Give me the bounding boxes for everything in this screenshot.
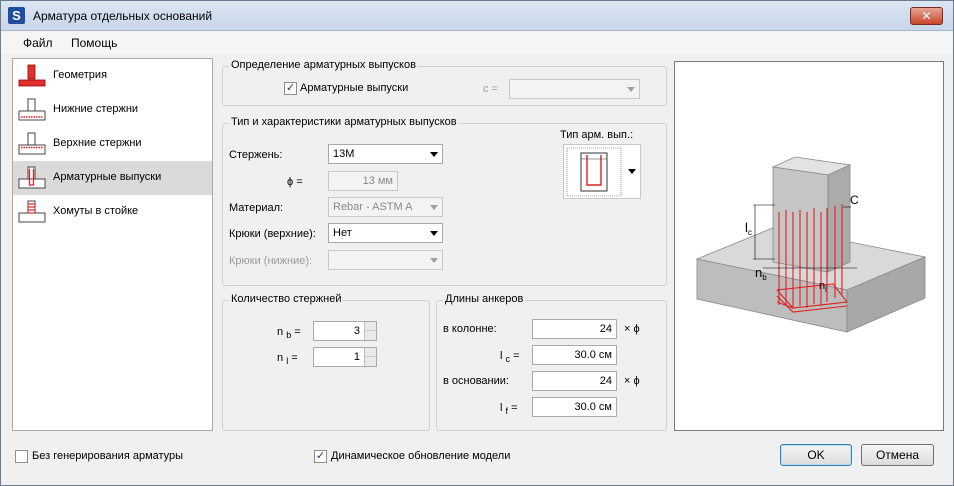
type-label: Тип арм. вып.:: [560, 129, 634, 141]
menu-file[interactable]: Файл: [23, 36, 53, 50]
lc-label: l c =: [500, 350, 520, 364]
nav-item-dowels[interactable]: Арматурные выпуски: [13, 161, 212, 195]
no-generation-checkbox[interactable]: [15, 450, 28, 463]
nb-value: 3: [353, 325, 360, 337]
bar-value: 13M: [333, 148, 355, 160]
nl-spin-buttons[interactable]: [364, 348, 376, 368]
nb-stepper[interactable]: 3: [313, 321, 377, 342]
c-dim-label: C: [850, 193, 859, 207]
close-button[interactable]: ✕: [910, 7, 943, 25]
section-list: Геометрия Нижние стержни Верхние стержни: [12, 58, 213, 431]
hooks-bottom-label: Крюки (нижние):: [229, 255, 313, 267]
nl-label: n l =: [277, 352, 298, 366]
lc-field[interactable]: 30.0 см: [532, 345, 617, 365]
menu-bar: Файл Помощь: [1, 32, 953, 54]
hooks-top-combo[interactable]: Нет: [328, 223, 443, 243]
nav-label: Нижние стержни: [53, 103, 139, 115]
chevron-down-icon: [430, 258, 438, 263]
group-title: Тип и характеристики арматурных выпусков: [229, 116, 459, 128]
c-combo[interactable]: [509, 79, 640, 99]
in-column-field[interactable]: 24: [532, 319, 617, 339]
material-combo[interactable]: Rebar - ASTM A: [328, 197, 443, 217]
footing-diagram: lc C nb nl: [695, 156, 927, 333]
times-phi-label: × ϕ: [624, 375, 640, 387]
chevron-down-icon: [430, 205, 438, 210]
dynamic-update-label: Динамическое обновление модели: [331, 450, 511, 462]
stirrups-icon: [18, 200, 46, 223]
nav-label: Геометрия: [53, 69, 108, 81]
dialog-window: S Арматура отдельных оснований ✕ Файл По…: [0, 0, 954, 486]
lf-label: l f =: [500, 402, 518, 416]
bar-label: Стержень:: [229, 149, 283, 161]
nl-stepper[interactable]: 1: [313, 347, 377, 368]
chevron-down-icon: [627, 87, 635, 92]
dowels-checkbox[interactable]: ✓: [284, 82, 297, 95]
bar-combo[interactable]: 13M: [328, 144, 443, 164]
hooks-bottom-combo[interactable]: [328, 250, 443, 270]
hooks-top-label: Крюки (верхние):: [229, 228, 316, 240]
chevron-down-icon[interactable]: [628, 169, 636, 174]
nb-spin-buttons[interactable]: [364, 322, 376, 342]
nb-label: n b =: [277, 326, 301, 340]
nav-label: Арматурные выпуски: [53, 171, 162, 183]
chevron-down-icon: [430, 231, 438, 236]
nl-value: 1: [353, 351, 360, 363]
top-bars-icon: [18, 132, 46, 155]
dynamic-update-checkbox[interactable]: ✓: [314, 450, 327, 463]
geometry-icon: [18, 64, 46, 87]
title-bar: S Арматура отдельных оснований ✕: [1, 1, 953, 31]
no-generation-label: Без генерирования арматуры: [32, 450, 184, 462]
model-preview: lc C nb nl: [674, 61, 944, 431]
phi-field[interactable]: 13 мм: [328, 171, 398, 191]
hooks-top-value: Нет: [333, 227, 352, 239]
dowel-type-icon: [566, 147, 622, 197]
dowels-checkbox-label: Арматурные выпуски: [300, 82, 409, 94]
ok-button[interactable]: OK: [780, 444, 852, 466]
dowels-icon: [18, 166, 46, 189]
in-base-field[interactable]: 24: [532, 371, 617, 391]
nav-item-stirrups[interactable]: Хомуты в стойке: [13, 195, 212, 229]
lc-dim-label: lc: [745, 220, 752, 237]
menu-help[interactable]: Помощь: [71, 36, 117, 50]
times-phi-label: × ϕ: [624, 323, 640, 335]
group-title: Определение арматурных выпусков: [229, 59, 418, 71]
c-label: c =: [483, 83, 498, 95]
material-value: Rebar - ASTM A: [333, 201, 413, 213]
material-label: Материал:: [229, 202, 284, 214]
app-icon: S: [8, 7, 25, 24]
window-title: Арматура отдельных оснований: [33, 9, 213, 23]
nav-label: Верхние стержни: [53, 137, 142, 149]
chevron-down-icon: [430, 152, 438, 157]
nav-item-top-bars[interactable]: Верхние стержни: [13, 127, 212, 161]
phi-label: ϕ =: [287, 176, 303, 188]
group-title: Длины анкеров: [443, 293, 526, 305]
nav-item-bottom-bars[interactable]: Нижние стержни: [13, 93, 212, 127]
nav-item-geometry[interactable]: Геометрия: [13, 59, 212, 93]
cancel-button[interactable]: Отмена: [861, 444, 934, 466]
group-title: Количество стержней: [229, 293, 344, 305]
bottom-bars-icon: [18, 98, 46, 121]
nav-label: Хомуты в стойке: [53, 205, 139, 217]
dowel-type-picker[interactable]: [563, 144, 641, 199]
lf-field[interactable]: 30.0 см: [532, 397, 617, 417]
in-base-label: в основании:: [443, 375, 509, 387]
in-column-label: в колонне:: [443, 323, 497, 335]
